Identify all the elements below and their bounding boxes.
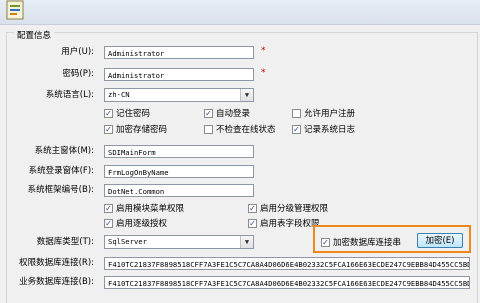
login-form-label: 系统登录窗体(F): [28,166,94,176]
user-input[interactable]: Administrator [104,46,254,59]
encrypt-password-checkbox[interactable]: ✓ 加密存储密码 [104,123,167,135]
perm-conn-input[interactable]: F410TC21837F8898518CFF7A3FE1C5C7CA8A4D06… [104,257,470,270]
checkmark-icon: ✓ [104,218,113,228]
no-online-check-checkbox[interactable]: 不检查在线状态 [204,123,276,135]
tiered-perm-checkbox[interactable]: ✓ 启用分级管理权限 [248,202,328,214]
unchecked-box-icon [204,124,213,134]
encrypt-conn-label: 加密数据库连接串 [333,238,402,248]
group-title: 配置信息 [14,29,55,41]
db-type-label: 数据库类型(T): [36,237,94,247]
record-log-checkbox[interactable]: ✓ 记录系统日志 [292,123,355,135]
checkmark-icon: ✓ [104,108,113,118]
db-type-select[interactable]: SqlServer ▼ [104,235,254,249]
remember-password-checkbox[interactable]: ✓ 记住密码 [104,107,150,119]
user-required-mark: * [261,46,266,56]
checkmark-icon: ✓ [292,124,301,134]
biz-conn-input[interactable]: F410TC21837F8898518CFF7A3FE1C5C7CA8A4D06… [104,276,470,289]
main-form-input[interactable]: SDIMainForm [104,145,254,158]
checkmark-icon: ✓ [248,218,257,228]
user-label: 用户(U): [61,47,94,57]
app-icon [6,0,24,20]
language-select[interactable]: zh-CN ▼ [104,88,254,102]
perm-conn-label: 权限数据库连接(R): [19,258,94,268]
module-menu-perm-label: 启用模块菜单权限 [116,204,185,214]
module-menu-perm-checkbox[interactable]: ✓ 启用模块菜单权限 [104,202,184,214]
allow-register-label: 允许用户注册 [304,109,356,119]
checkmark-icon: ✓ [104,124,113,134]
checkmark-icon: ✓ [204,108,213,118]
remember-password-label: 记住密码 [116,109,151,119]
table-field-perm-label: 启用表字段权限 [260,219,320,229]
item-auth-label: 启用逐级授权 [116,219,168,229]
encrypt-password-label: 加密存储密码 [116,125,168,135]
checkmark-icon: ✓ [104,203,113,213]
framework-label: 系统框架编号(B): [27,185,94,195]
unchecked-box-icon [292,108,301,118]
chevron-down-icon: ▼ [240,236,253,248]
auto-login-label: 自动登录 [216,109,251,119]
item-auth-checkbox[interactable]: ✓ 启用逐级授权 [104,217,167,229]
no-online-check-label: 不检查在线状态 [216,125,276,135]
allow-register-checkbox[interactable]: 允许用户注册 [292,107,355,119]
password-required-mark: * [261,68,266,78]
biz-conn-label: 业务数据库连接(B): [19,277,94,287]
encrypt-button[interactable]: 加密(E) [417,233,463,248]
title-bar [0,0,480,25]
encrypt-conn-checkbox[interactable]: ✓ 加密数据库连接串 [321,236,401,248]
main-form-label: 系统主窗体(M): [34,146,94,156]
checkmark-icon: ✓ [321,237,330,247]
checkmark-icon: ✓ [248,203,257,213]
login-form-input[interactable]: FrmLogOnByName [104,165,254,178]
db-type-value: SqlServer [108,237,147,246]
record-log-label: 记录系统日志 [304,125,356,135]
tiered-perm-label: 启用分级管理权限 [260,204,329,214]
chevron-down-icon: ▼ [240,89,253,101]
language-value: zh-CN [108,90,130,99]
password-label: 密码(P): [62,69,94,79]
framework-input[interactable]: DotNet.Common [104,184,254,197]
auto-login-checkbox[interactable]: ✓ 自动登录 [204,107,250,119]
password-input[interactable]: Administrator [104,68,254,81]
table-field-perm-checkbox[interactable]: ✓ 启用表字段权限 [248,217,320,229]
language-label: 系统语言(L): [45,90,94,100]
